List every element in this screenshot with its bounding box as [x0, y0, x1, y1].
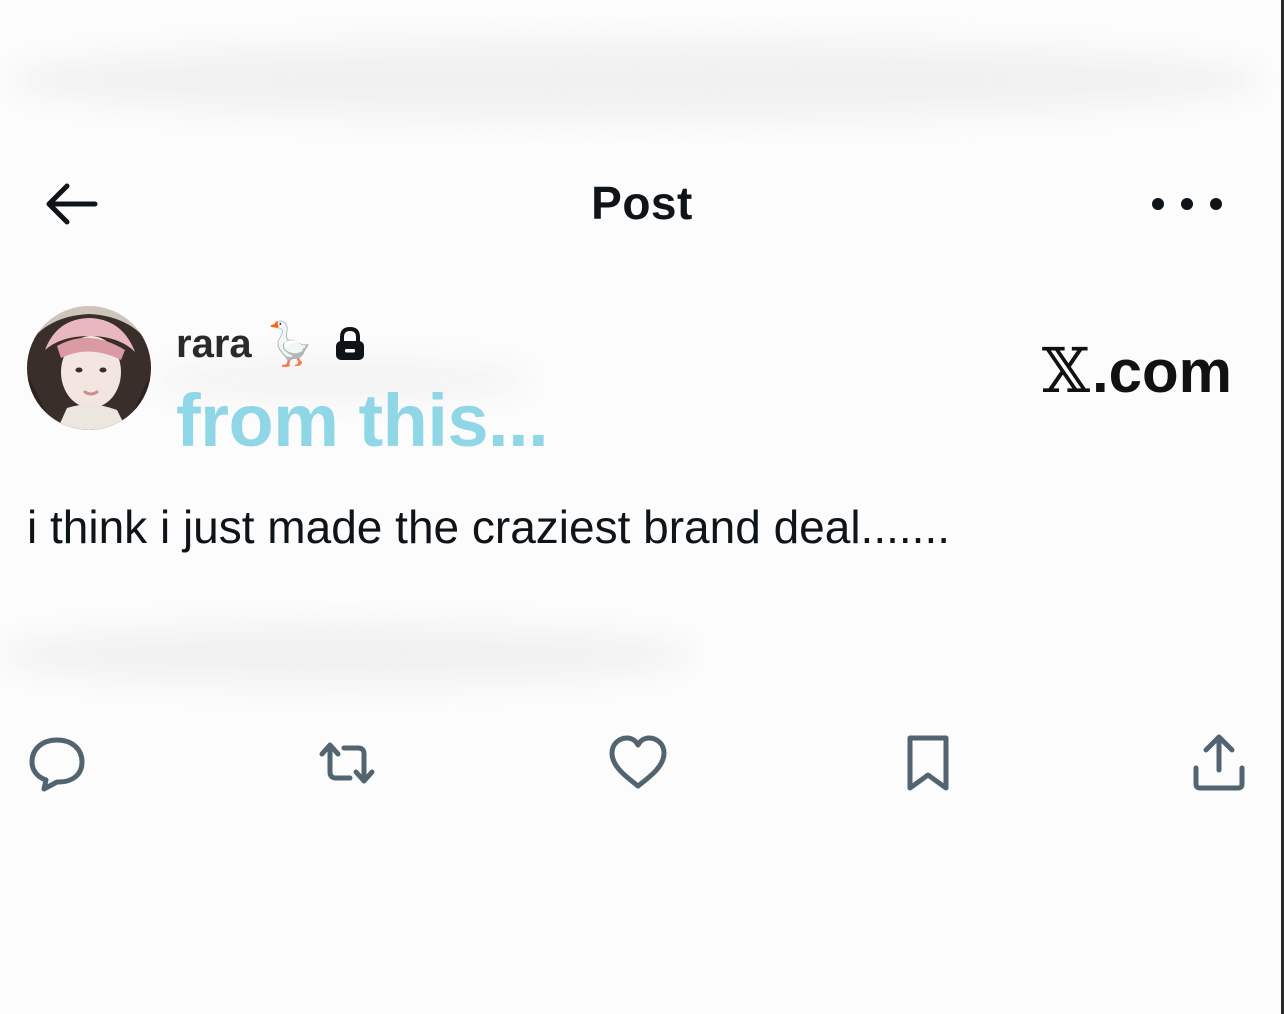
like-button[interactable] [603, 728, 673, 798]
bookmark-icon [907, 735, 949, 791]
more-dot [1181, 198, 1193, 210]
reply-icon [29, 737, 85, 792]
author-name[interactable]: rara [176, 322, 252, 367]
share-button[interactable] [1184, 728, 1254, 798]
avatar-image [27, 306, 151, 430]
lock-icon [334, 326, 366, 362]
blurred-area-middle [0, 625, 690, 685]
top-bar: Post [0, 150, 1284, 260]
post-text: i think i just made the craziest brand d… [27, 501, 951, 553]
more-options-button[interactable] [1152, 186, 1222, 222]
goose-emoji: 🪿 [263, 320, 316, 367]
more-dot [1210, 198, 1222, 210]
page-title: Post [591, 177, 693, 229]
reply-button[interactable] [22, 728, 92, 798]
author-row: rara 🪿 [176, 316, 366, 372]
share-icon [1193, 734, 1245, 791]
heart-icon [609, 735, 667, 789]
bookmark-button[interactable] [893, 728, 963, 798]
x-com-watermark: 𝕏 .com [1042, 334, 1232, 407]
repost-button[interactable] [312, 728, 382, 798]
avatar[interactable] [27, 306, 151, 430]
blurred-area-top [10, 40, 1260, 120]
action-bar [0, 728, 1284, 798]
watermark-text: .com [1091, 338, 1232, 405]
x-logo-icon: 𝕏 [1041, 334, 1090, 407]
page: Post rara 🪿 from this... 𝕏 .com i think … [0, 0, 1284, 1014]
repost-icon [319, 742, 375, 784]
overlay-caption: from this... [176, 379, 549, 462]
more-dot [1152, 198, 1164, 210]
